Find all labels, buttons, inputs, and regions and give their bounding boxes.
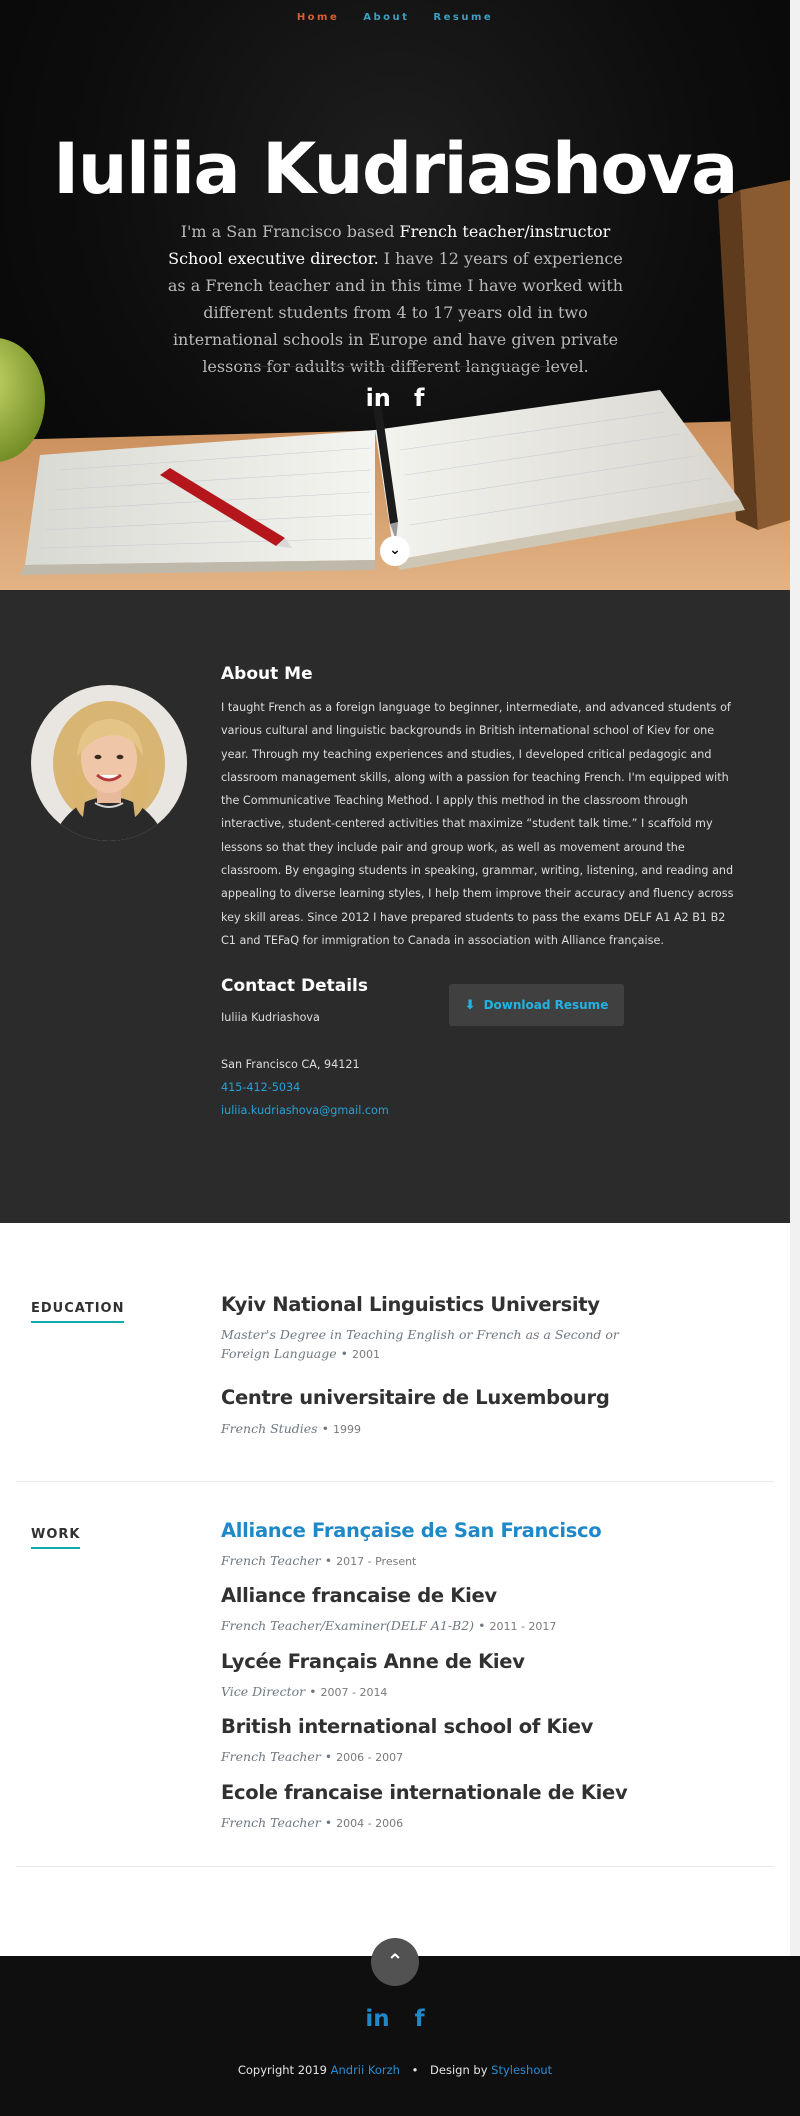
chevron-down-icon: ⌄: [389, 542, 401, 558]
intro-part-1: I'm a San Francisco based: [180, 222, 400, 241]
education-title: Centre universitaire de Luxembourg: [221, 1386, 610, 1409]
download-resume-button[interactable]: ⬇ Download Resume: [449, 984, 624, 1026]
section-divider: [16, 1481, 774, 1482]
work-role: French Teacher: [221, 1749, 321, 1764]
work-title-link[interactable]: Alliance Française de San Francisco: [221, 1519, 602, 1542]
resume-section: EDUCATION Kyiv National Linguistics Univ…: [0, 1223, 790, 1956]
education-label: EDUCATION: [31, 1301, 125, 1323]
contact-phone-link[interactable]: 415-412-5034: [221, 1081, 300, 1094]
work-date: 2006 - 2007: [336, 1751, 404, 1764]
main-nav: Home About Resume: [0, 12, 790, 23]
contact-heading: Contact Details: [221, 976, 368, 996]
work-role: French Teacher: [221, 1815, 321, 1830]
scrollbar-track[interactable]: [790, 0, 800, 1956]
work-date: 2004 - 2006: [336, 1817, 404, 1830]
work-meta: French Teacher • 2004 - 2006: [221, 1815, 404, 1830]
work-meta: Vice Director • 2007 - 2014: [221, 1684, 388, 1699]
hero-section: Home About Resume Iuliia Kudriashova I'm…: [0, 0, 790, 590]
work-meta: French Teacher • 2006 - 2007: [221, 1749, 404, 1764]
contact-name: Iuliia Kudriashova: [221, 1011, 320, 1024]
linkedin-icon[interactable]: in: [365, 2006, 389, 2032]
work-date: 2007 - 2014: [320, 1686, 388, 1699]
work-date: 2011 - 2017: [489, 1620, 557, 1633]
nav-resume-link[interactable]: Resume: [433, 12, 493, 23]
design-by-text: Design by: [430, 2063, 488, 2077]
work-label: WORK: [31, 1527, 81, 1549]
hero-social-links: in f: [0, 384, 790, 412]
work-meta: French Teacher • 2017 - Present: [221, 1553, 417, 1568]
work-role: Vice Director: [221, 1684, 306, 1699]
work-meta: French Teacher/Examiner(DELF A1-B2) • 2011…: [221, 1618, 557, 1633]
chevron-up-icon: ⌃: [386, 1949, 404, 1973]
work-title: Ecole francaise internationale de Kiev: [221, 1781, 628, 1804]
linkedin-icon[interactable]: in: [366, 384, 391, 412]
avatar: [31, 685, 187, 841]
about-heading: About Me: [221, 664, 313, 684]
hero-name-heading: Iuliia Kudriashova: [53, 128, 738, 210]
education-date: 2001: [352, 1348, 380, 1361]
copyright-line: Copyright 2019 Andrii Korzh • Design by …: [237, 2063, 553, 2077]
education-meta: French Studies • 1999: [221, 1421, 361, 1436]
scroll-down-button[interactable]: ⌄: [380, 536, 410, 566]
hero-intro-text: I'm a San Francisco based French teacher…: [158, 218, 633, 380]
facebook-icon[interactable]: f: [415, 2006, 425, 2032]
education-title: Kyiv National Linguistics University: [221, 1293, 600, 1316]
designer-link[interactable]: Styleshout: [491, 2063, 552, 2077]
nav-about-link[interactable]: About: [363, 12, 409, 23]
work-title: Alliance francaise de Kiev: [221, 1584, 497, 1607]
work-role: French Teacher: [221, 1553, 321, 1568]
about-section: About Me I taught French as a foreign la…: [0, 590, 790, 1223]
copyright-text: Copyright 2019: [237, 2063, 327, 2077]
contact-address: San Francisco CA, 94121: [221, 1058, 360, 1071]
download-icon: ⬇: [464, 998, 476, 1013]
facebook-icon[interactable]: f: [414, 384, 424, 412]
about-paragraph: I taught French as a foreign language to…: [221, 701, 734, 947]
footer: ⌃ in f Copyright 2019 Andrii Korzh • Des…: [0, 1938, 800, 2116]
work-title: British international school of Kiev: [221, 1715, 594, 1738]
download-resume-label: Download Resume: [483, 998, 609, 1012]
section-divider: [16, 1866, 774, 1867]
work-role: French Teacher/Examiner(DELF A1-B2): [221, 1618, 475, 1633]
intro-part-2: I have 12 years of experience as a Frenc…: [167, 249, 624, 376]
back-to-top-button[interactable]: ⌃: [371, 1938, 419, 1986]
education-degree: French Studies: [221, 1421, 318, 1436]
education-date: 1999: [332, 1423, 361, 1436]
work-title: Lycée Français Anne de Kiev: [221, 1650, 525, 1673]
contact-email-link[interactable]: iuliia.kudriashova@gmail.com: [221, 1104, 389, 1117]
footer-social-links: in f: [0, 2006, 790, 2032]
nav-home-link[interactable]: Home: [297, 12, 339, 23]
hero-divider: [240, 366, 550, 367]
work-date: 2017 - Present: [336, 1555, 417, 1568]
education-meta: Master's Degree in Teaching English or F…: [221, 1327, 619, 1361]
author-link[interactable]: Andrii Korzh: [331, 2063, 400, 2077]
education-degree: Master's Degree in Teaching English or F…: [221, 1327, 619, 1361]
